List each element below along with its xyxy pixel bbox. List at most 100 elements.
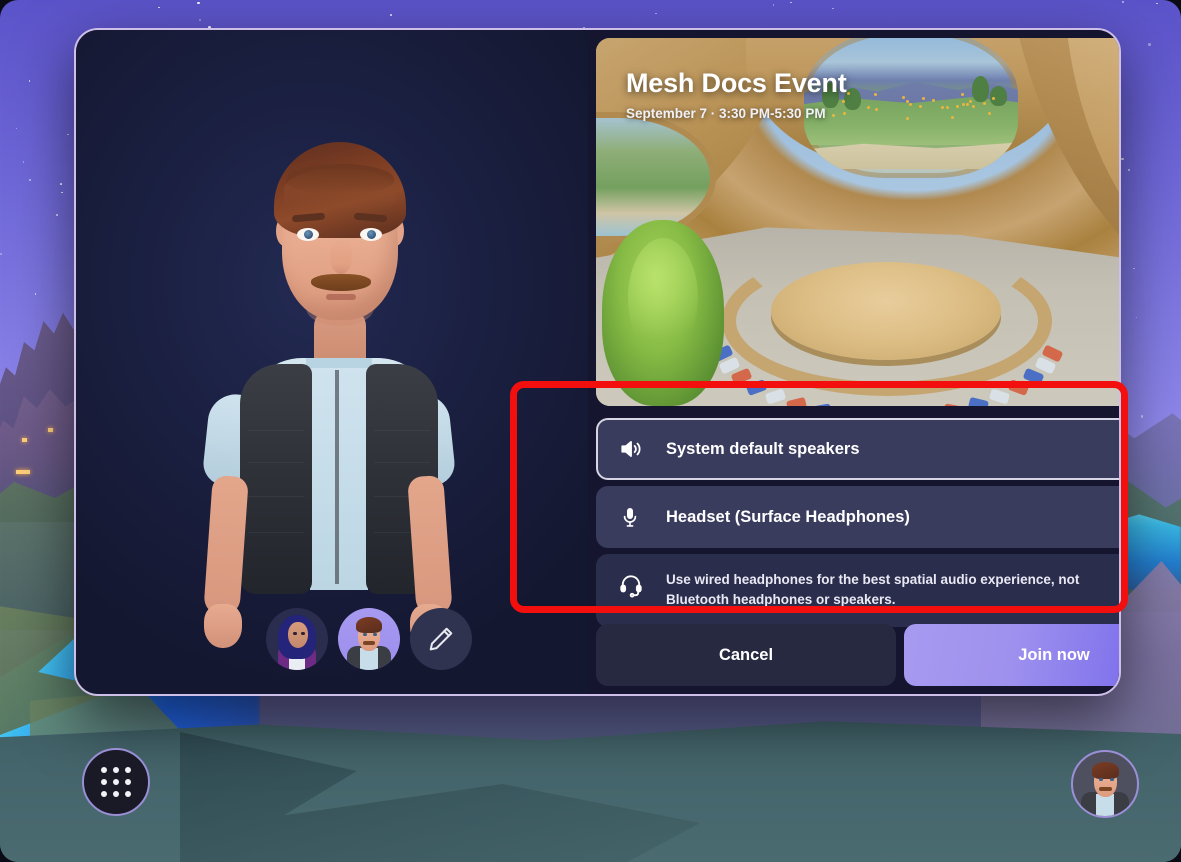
star <box>0 253 2 255</box>
dialog-actions: Cancel Join now <box>596 624 1119 686</box>
microphone-device-row[interactable]: Headset (Surface Headphones) <box>596 486 1119 548</box>
star <box>1121 157 1124 161</box>
venue-flower-dot <box>971 105 975 109</box>
star <box>29 178 31 181</box>
star <box>199 19 201 22</box>
venue-flower-dot <box>918 104 922 108</box>
star <box>1156 2 1158 5</box>
venue-flower-dot <box>956 104 960 108</box>
cancel-button[interactable]: Cancel <box>596 624 896 686</box>
star <box>1121 0 1124 3</box>
app-grid-icon[interactable] <box>82 748 150 816</box>
avatar-mouth <box>326 294 356 300</box>
spatial-audio-note-text: Use wired headphones for the best spatia… <box>666 572 1080 607</box>
star <box>157 6 160 9</box>
avatar-eye-right <box>360 228 382 241</box>
venue-flower-dot <box>866 106 870 110</box>
pencil-icon <box>426 624 456 654</box>
venue-flower-dot <box>991 96 995 100</box>
star <box>790 1 792 4</box>
venue-flower-dot <box>922 96 926 100</box>
avatar-mustache <box>311 274 371 291</box>
star <box>67 133 69 136</box>
avatar-option-2-shirt <box>360 648 378 670</box>
venue-flower-dot <box>968 99 972 103</box>
venue-flower-dot <box>905 116 909 120</box>
venue-flower-dot <box>931 98 935 102</box>
user-avatar-hair <box>1092 762 1119 779</box>
speaker-icon <box>618 436 652 462</box>
user-avatar-icon[interactable] <box>1071 750 1139 818</box>
star <box>1133 267 1135 270</box>
star <box>22 161 25 163</box>
star <box>61 191 63 194</box>
star <box>1148 43 1152 46</box>
star <box>197 1 200 5</box>
avatar-option-1-face <box>288 622 308 648</box>
speaker-device-label: System default speakers <box>666 439 860 458</box>
venue-flower-dot <box>960 92 964 96</box>
desktop-scene: Mesh Docs Event September 7 · 3:30 PM-5:… <box>0 0 1181 862</box>
avatar-vest-left <box>240 364 312 594</box>
avatar-eye-left <box>297 228 319 241</box>
star <box>390 14 393 16</box>
star <box>832 7 834 10</box>
edit-avatar-button[interactable] <box>410 608 472 670</box>
star <box>60 182 62 185</box>
dialog-right-column: Mesh Docs Event September 7 · 3:30 PM-5:… <box>588 30 1119 694</box>
venue-flower-dot <box>950 116 954 120</box>
background-window-light <box>16 470 30 474</box>
venue-flower-dot <box>873 93 877 97</box>
venue-stage-platform <box>771 262 1001 360</box>
spatial-audio-note: Use wired headphones for the best spatia… <box>596 554 1119 628</box>
venue-preview-image: Mesh Docs Event September 7 · 3:30 PM-5:… <box>596 38 1119 406</box>
audio-settings-group: System default speakers Headset (Surface… <box>596 418 1119 628</box>
join-event-dialog: Mesh Docs Event September 7 · 3:30 PM-5:… <box>74 28 1121 696</box>
venue-flower-dot <box>945 105 949 109</box>
avatar-option-2[interactable] <box>338 608 400 670</box>
venue-flower-dot <box>875 108 879 112</box>
venue-flower-dot <box>961 102 965 106</box>
speaker-device-row[interactable]: System default speakers <box>596 418 1119 480</box>
user-avatar-eye-left <box>1099 778 1103 781</box>
background-window-light <box>22 438 27 442</box>
star <box>56 214 58 216</box>
microphone-icon <box>618 505 652 529</box>
event-datetime: September 7 · 3:30 PM-5:30 PM <box>626 106 826 121</box>
avatar-picker <box>266 608 472 670</box>
avatar-arm-right <box>407 474 453 618</box>
avatar-option-1-eye-left <box>293 632 297 635</box>
avatar-hand-left <box>204 604 242 648</box>
avatar-option-1-eye-right <box>301 632 305 635</box>
venue-flower-dot <box>909 102 913 106</box>
user-avatar-eye-right <box>1110 778 1114 781</box>
venue-flower-dot <box>847 92 851 96</box>
avatar-option-1[interactable] <box>266 608 328 670</box>
star <box>15 127 18 130</box>
user-avatar-shirt <box>1096 794 1114 816</box>
venue-tree-large <box>602 220 724 406</box>
avatar-option-2-mustache <box>363 641 375 645</box>
avatar-arm-left <box>203 474 249 618</box>
venue-flower-dot <box>901 96 905 100</box>
user-avatar-mustache <box>1099 787 1112 791</box>
avatar-nose <box>330 240 352 274</box>
venue-flower-dot <box>983 102 987 106</box>
avatar-preview-stage <box>76 30 588 694</box>
headset-icon <box>618 570 652 598</box>
avatar-option-2-eye-left <box>363 633 367 636</box>
avatar-option-2-eye-right <box>373 633 377 636</box>
event-header: Mesh Docs Event September 7 · 3:30 PM-5:… <box>626 68 847 121</box>
venue-flower-dot <box>905 99 909 103</box>
venue-flower-dot <box>940 106 944 110</box>
star <box>654 12 657 15</box>
join-now-button[interactable]: Join now <box>904 624 1119 686</box>
event-title: Mesh Docs Event <box>626 68 847 98</box>
venue-flower-dot <box>987 111 991 115</box>
microphone-device-label: Headset (Surface Headphones) <box>666 507 910 526</box>
avatar-hairline <box>286 164 394 194</box>
avatar-figure <box>194 108 484 648</box>
star <box>1128 168 1130 171</box>
star <box>34 293 37 295</box>
avatar-vest-zipper <box>335 370 339 584</box>
